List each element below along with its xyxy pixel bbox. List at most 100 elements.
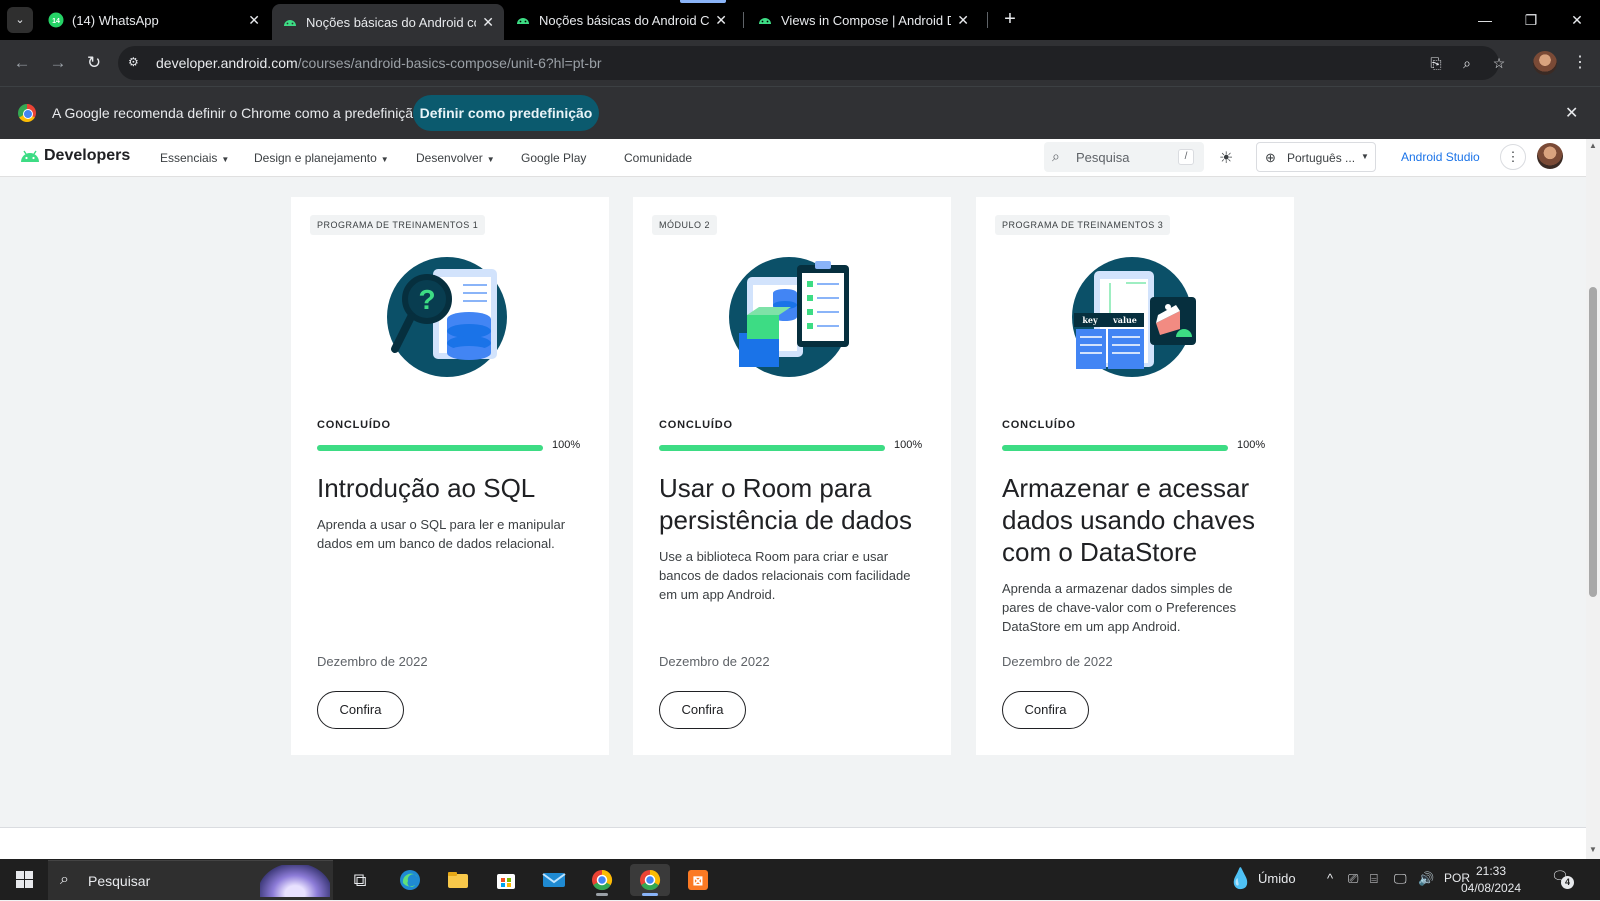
more-options-icon[interactable]: ⋮ (1500, 144, 1526, 170)
scroll-thumb[interactable] (1589, 287, 1597, 597)
theme-toggle-icon[interactable]: ☀ (1219, 148, 1233, 168)
active-indicator (642, 893, 658, 896)
reload-icon[interactable]: ↻ (82, 51, 106, 75)
key-value-datastore-illustration: key value (1069, 254, 1196, 380)
chevron-down-icon: ▼ (380, 155, 389, 164)
card-date: Dezembro de 2022 (317, 654, 428, 669)
chrome-icon[interactable] (630, 864, 670, 896)
tab-search-button[interactable]: ⌄ (7, 7, 33, 33)
new-tab-button[interactable]: + (998, 8, 1022, 32)
android-studio-link[interactable]: Android Studio (1401, 150, 1480, 164)
running-indicator (596, 893, 608, 896)
edge-icon[interactable] (390, 864, 430, 896)
chrome-profile-icon[interactable] (582, 864, 622, 896)
site-user-avatar[interactable] (1537, 143, 1563, 169)
card-title[interactable]: Introdução ao SQL (317, 472, 589, 504)
svg-text:?: ? (418, 284, 435, 315)
tab-whatsapp[interactable]: 14 (14) WhatsApp ✕ (38, 0, 270, 40)
android-icon (759, 18, 771, 24)
svg-text:⊠: ⊠ (693, 873, 704, 888)
volume-icon[interactable]: 🔊 (1418, 871, 1434, 887)
bookmark-star-icon[interactable]: ☆ (1490, 54, 1508, 72)
xampp-icon[interactable]: ⊠ (678, 864, 718, 896)
site-info-icon[interactable]: ⚙ (128, 55, 144, 71)
default-browser-infobar: A Google recomenda definir o Chrome como… (0, 86, 1600, 139)
nav-desenvolver[interactable]: Desenvolver ▼ (416, 151, 495, 165)
site-search-input[interactable]: ⌕ Pesquisa / (1044, 142, 1204, 172)
back-icon[interactable]: ← (10, 51, 34, 75)
developers-logo[interactable]: Developers (20, 147, 130, 165)
magnifier-database-illustration: ? (384, 254, 510, 380)
confira-button[interactable]: Confira (1002, 691, 1089, 729)
close-tab-icon[interactable]: ✕ (957, 12, 969, 29)
chrome-logo-icon (18, 104, 36, 122)
install-app-icon[interactable]: ⎘ (1427, 54, 1445, 72)
weather-text[interactable]: Úmido (1258, 871, 1296, 886)
microsoft-store-icon[interactable] (486, 864, 526, 896)
card-status: CONCLUÍDO (317, 419, 391, 431)
progress-fill (659, 445, 885, 451)
device-icon[interactable]: ⌸ (1370, 871, 1378, 887)
restore-button[interactable]: ❐ (1508, 0, 1554, 40)
mail-icon[interactable] (534, 864, 574, 896)
tab-separator (987, 12, 988, 28)
tab-android-basics-active[interactable]: Noções básicas do Android com ✕ (272, 4, 504, 40)
windows-start-icon[interactable] (16, 871, 33, 888)
file-explorer-icon[interactable] (438, 864, 478, 896)
progress-bar (317, 445, 543, 451)
card-title[interactable]: Armazenar e acessar dados usando chaves … (1002, 472, 1274, 568)
search-highlight-art (260, 865, 330, 897)
confira-button[interactable]: Confira (317, 691, 404, 729)
search-icon: ⌕ (1052, 148, 1060, 164)
svg-text:key: key (1082, 315, 1098, 325)
taskbar-search-input[interactable]: ⌕ Pesquisar (48, 860, 333, 900)
nav-comunidade[interactable]: Comunidade (624, 151, 692, 165)
language-select[interactable]: ⊕ Português ... ▼ (1256, 142, 1376, 172)
chevron-down-icon: ▼ (221, 155, 230, 164)
card-description: Aprenda a armazenar dados simples de par… (1002, 581, 1237, 634)
notifications-icon[interactable]: 🗨 4 (1551, 868, 1574, 889)
address-bar[interactable]: ⚙ developer.android.com/courses/android-… (118, 46, 1505, 80)
url-text[interactable]: developer.android.com/courses/android-ba… (156, 55, 602, 71)
svg-text:14: 14 (52, 18, 60, 25)
nav-google-play[interactable]: Google Play (521, 151, 586, 165)
whatsapp-icon: 14 (48, 12, 64, 28)
zoom-icon[interactable]: ⌕ (1458, 54, 1476, 72)
network-icon[interactable]: 🖵 (1394, 871, 1407, 887)
close-tab-icon[interactable]: ✕ (715, 12, 727, 29)
card-date: Dezembro de 2022 (659, 654, 770, 669)
forward-icon[interactable]: → (46, 51, 70, 75)
tab-android-basics-2[interactable]: Noções básicas do Android Com ✕ (505, 0, 737, 40)
nav-design[interactable]: Design e planejamento ▼ (254, 151, 389, 165)
close-tab-icon[interactable]: ✕ (248, 12, 260, 29)
progress-bar (1002, 445, 1228, 451)
meet-now-icon[interactable]: ⎚ (1348, 871, 1358, 887)
tab-label: Views in Compose | Android D (781, 12, 951, 28)
close-window-button[interactable]: ✕ (1554, 0, 1600, 40)
windows-taskbar: ⌕ Pesquisar ⧉ ⊠ 💧 Úmido ^ ⎚ ⌸ 🖵 🔊 POR 21… (0, 859, 1600, 900)
page-scrollbar[interactable]: ▲ ▼ (1586, 139, 1600, 859)
minimize-button[interactable]: — (1462, 0, 1508, 40)
close-tab-icon[interactable]: ✕ (482, 14, 494, 31)
clipboard-database-illustration (726, 254, 852, 380)
notification-count: 4 (1561, 876, 1574, 889)
weather-drop-icon[interactable]: 💧 (1228, 866, 1253, 891)
progress-fill (1002, 445, 1228, 451)
set-default-button[interactable]: Definir como predefinição (413, 95, 599, 131)
show-hidden-icons-chevron-icon[interactable]: ^ (1327, 871, 1333, 886)
confira-button[interactable]: Confira (659, 691, 746, 729)
infobar-close-icon[interactable]: ✕ (1565, 103, 1578, 123)
nav-essenciais[interactable]: Essenciais ▼ (160, 151, 229, 165)
card-badge: MÓDULO 2 (652, 215, 718, 235)
tab-label: Noções básicas do Android com (306, 14, 476, 30)
footer-area (0, 828, 1586, 859)
course-card-datastore: PROGRAMA DE TREINAMENTOS 3 key value CON… (976, 197, 1294, 755)
profile-avatar[interactable] (1533, 51, 1557, 75)
taskbar-clock[interactable]: 21:33 04/08/2024 (1452, 863, 1530, 897)
chrome-menu-icon[interactable]: ⋮ (1568, 51, 1592, 75)
card-title[interactable]: Usar o Room para persistência de dados (659, 472, 931, 536)
tab-views-in-compose[interactable]: Views in Compose | Android D ✕ (747, 0, 979, 40)
scroll-down-arrow-icon[interactable]: ▼ (1589, 845, 1597, 854)
scroll-up-arrow-icon[interactable]: ▲ (1589, 141, 1597, 150)
task-view-icon[interactable]: ⧉ (340, 864, 380, 896)
